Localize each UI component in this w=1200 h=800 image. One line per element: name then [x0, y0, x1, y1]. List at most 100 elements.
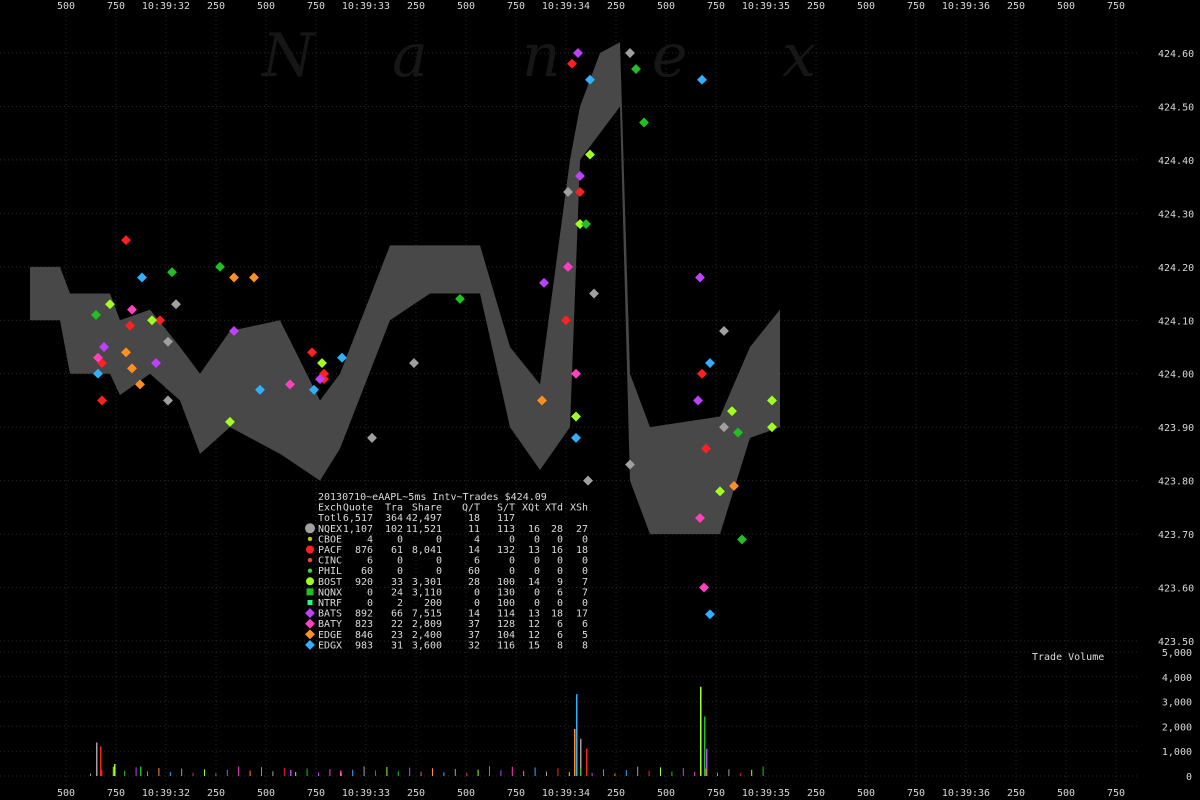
watermark-letter: e	[652, 21, 688, 91]
table-cell: 920	[355, 577, 373, 588]
time-tick-label: 750	[507, 788, 525, 799]
table-cell: 0	[557, 556, 563, 567]
volume-bar	[477, 769, 479, 776]
time-tick-label: 10:39:36	[942, 1, 990, 12]
table-cell: 7	[582, 587, 588, 598]
volume-panel-title: Trade Volume	[1032, 652, 1104, 663]
time-tick-label: 500	[1057, 1, 1075, 12]
table-cell: 6	[557, 587, 563, 598]
table-cell: 11	[468, 524, 480, 535]
table-cell: 61	[391, 545, 403, 556]
volume-bar	[386, 767, 388, 776]
table-header-cell: XQt	[522, 503, 540, 514]
table-cell: 0	[509, 556, 515, 567]
table-cell: 8,041	[412, 545, 442, 556]
table-header-cell: XTd	[545, 503, 563, 514]
price-tick-label: 424.40	[1158, 156, 1194, 167]
volume-bar	[500, 770, 502, 776]
volume-bar	[466, 772, 468, 776]
price-tick-label: 424.50	[1158, 102, 1194, 113]
table-cell: 0	[397, 534, 403, 545]
table-cell: 0	[557, 598, 563, 609]
table-cell: 28	[468, 577, 480, 588]
table-cell: 0	[367, 598, 373, 609]
table-cell: 130	[497, 587, 515, 598]
table-cell: 0	[474, 598, 480, 609]
table-exch-cell: BATY	[318, 619, 342, 630]
volume-bar	[546, 771, 547, 776]
table-cell: 16	[551, 545, 563, 556]
table-cell: 17	[576, 609, 588, 620]
volume-bar	[762, 766, 764, 776]
table-total-cell: 42,497	[406, 513, 442, 524]
price-tick-label: 424.10	[1158, 316, 1194, 327]
volume-bar	[306, 768, 308, 776]
time-tick-label: 750	[107, 788, 125, 799]
volume-bar	[568, 772, 570, 776]
volume-bar	[576, 694, 578, 776]
volume-bar	[671, 771, 673, 776]
volume-bar	[363, 766, 365, 776]
table-cell: 0	[582, 598, 588, 609]
time-tick-label: 750	[907, 788, 925, 799]
price-tick-label: 423.60	[1158, 584, 1194, 595]
table-cell: 7	[582, 577, 588, 588]
table-exch-cell: NQEX	[318, 524, 342, 535]
volume-bar	[90, 773, 91, 776]
table-cell: 24	[391, 587, 403, 598]
time-tick-label: 500	[57, 788, 75, 799]
time-tick-label: 500	[857, 1, 875, 12]
legend-marker-nqex	[305, 523, 315, 534]
table-cell: 1,107	[343, 524, 373, 535]
volume-bar	[409, 767, 411, 776]
legend-marker-cboe	[307, 536, 313, 542]
table-cell: 0	[397, 566, 403, 577]
volume-tick-label: 4,000	[1162, 673, 1192, 684]
volume-bar	[591, 772, 593, 776]
table-cell: 31	[391, 640, 403, 651]
table-cell: 2,809	[412, 619, 442, 630]
table-cell: 37	[468, 619, 480, 630]
time-tick-label: 250	[1007, 788, 1025, 799]
volume-bar	[238, 766, 240, 776]
volume-bar	[637, 766, 639, 776]
volume-bar	[318, 772, 319, 776]
table-cell: 0	[534, 566, 540, 577]
volume-bar	[340, 773, 342, 776]
volume-bar	[432, 768, 433, 776]
table-exch-cell: CINC	[318, 556, 342, 567]
table-cell: 12	[528, 630, 540, 641]
table-cell: 4	[367, 534, 373, 545]
table-header-cell: S/T	[497, 503, 515, 514]
price-tick-label: 423.80	[1158, 477, 1194, 488]
table-cell: 0	[436, 556, 442, 567]
table-cell: 5	[582, 630, 588, 641]
table-cell: 128	[497, 619, 515, 630]
table-exch-cell: EDGE	[318, 630, 342, 641]
table-cell: 0	[582, 534, 588, 545]
table-total-cell: 117	[497, 513, 515, 524]
time-tick-label: 500	[457, 1, 475, 12]
table-cell: 0	[534, 534, 540, 545]
table-header-cell: Quote	[343, 503, 373, 514]
time-tick-label: 500	[257, 1, 275, 12]
table-exch-cell: EDGX	[318, 640, 342, 651]
table-cell: 0	[436, 534, 442, 545]
volume-bar	[586, 748, 588, 776]
table-cell: 4	[474, 534, 480, 545]
time-tick-label: 250	[407, 788, 425, 799]
table-cell: 18	[551, 609, 563, 620]
table-cell: 0	[557, 534, 563, 545]
table-cell: 14	[528, 577, 540, 588]
volume-bar	[625, 770, 627, 776]
volume-bar	[454, 768, 456, 776]
table-cell: 13	[528, 609, 540, 620]
table-cell: 15	[528, 640, 540, 651]
table-cell: 6	[367, 556, 373, 567]
volume-bar	[249, 770, 251, 776]
table-cell: 28	[551, 524, 563, 535]
table-cell: 8	[557, 640, 563, 651]
watermark-letter: n	[522, 21, 561, 91]
table-cell: 0	[397, 556, 403, 567]
volume-tick-label: 1,000	[1162, 747, 1192, 758]
